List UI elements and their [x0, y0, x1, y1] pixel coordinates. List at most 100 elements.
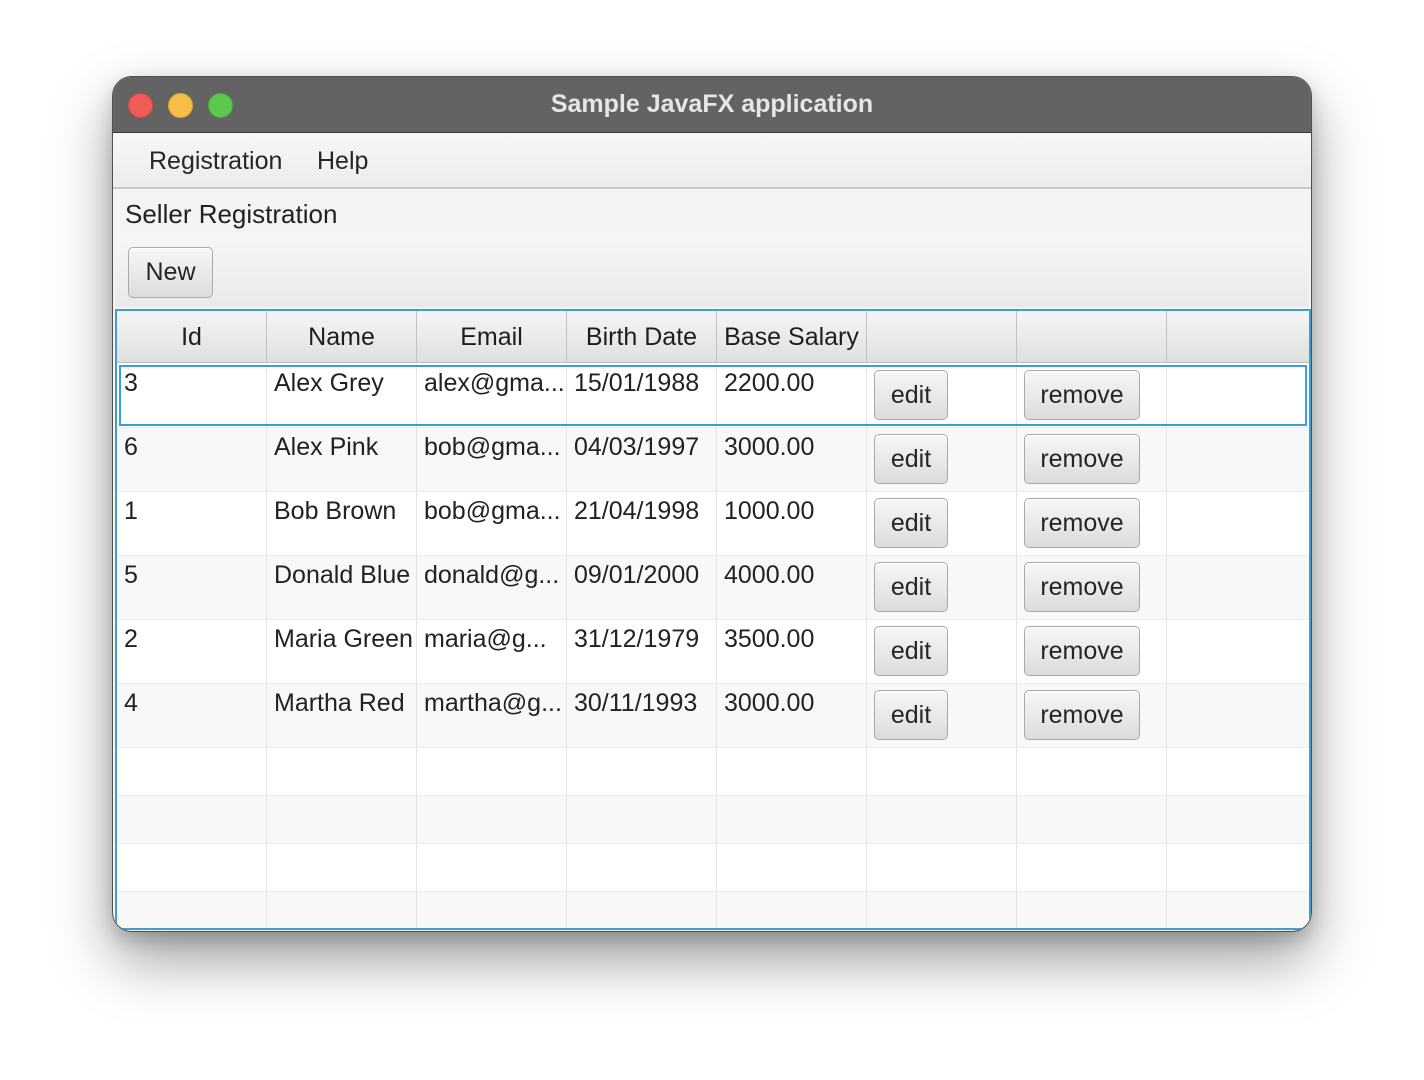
- cell-birth-date: 15/01/1988: [567, 364, 717, 427]
- edit-button[interactable]: edit: [874, 690, 948, 740]
- empty-cell: [567, 748, 717, 795]
- remove-button[interactable]: remove: [1024, 562, 1140, 612]
- cell-filler: [1167, 364, 1309, 427]
- empty-cell: [717, 796, 867, 843]
- cell-remove: remove: [1017, 620, 1167, 683]
- cell-birth-date: 30/11/1993: [567, 684, 717, 747]
- empty-cell: [717, 748, 867, 795]
- cell-email: bob@gma...: [417, 492, 567, 555]
- remove-button[interactable]: remove: [1024, 626, 1140, 676]
- empty-cell: [1017, 844, 1167, 891]
- toolbar: New: [115, 235, 1309, 307]
- cell-name: Maria Green: [267, 620, 417, 683]
- table-row[interactable]: 6 Alex Pink bob@gma... 04/03/1997 3000.00 edi…: [117, 428, 1309, 492]
- remove-button[interactable]: remove: [1024, 370, 1140, 420]
- cell-email: bob@gma...: [417, 428, 567, 491]
- cell-birth-date: 04/03/1997: [567, 428, 717, 491]
- empty-cell: [567, 796, 717, 843]
- app-window: Sample JavaFX application Registration H…: [112, 76, 1312, 932]
- empty-cell: [1017, 892, 1167, 928]
- empty-cell: [417, 748, 567, 795]
- empty-cell: [1167, 748, 1309, 795]
- empty-cell: [1017, 796, 1167, 843]
- empty-cell: [1167, 892, 1309, 928]
- column-header-edit[interactable]: [867, 311, 1017, 363]
- column-header-remove[interactable]: [1017, 311, 1167, 363]
- column-header-base-salary[interactable]: Base Salary: [717, 311, 867, 363]
- column-header-id[interactable]: Id: [117, 311, 267, 363]
- cell-base-salary: 4000.00: [717, 556, 867, 619]
- menu-bar: Registration Help: [113, 134, 1311, 189]
- cell-id: 3: [117, 364, 267, 427]
- empty-cell: [1167, 844, 1309, 891]
- table-header: Id Name Email Birth Date Base Salary: [117, 311, 1309, 363]
- column-header-email[interactable]: Email: [417, 311, 567, 363]
- edit-button[interactable]: edit: [874, 370, 948, 420]
- cell-base-salary: 2200.00: [717, 364, 867, 427]
- empty-row: [117, 844, 1309, 892]
- empty-cell: [717, 892, 867, 928]
- edit-button[interactable]: edit: [874, 562, 948, 612]
- cell-remove: remove: [1017, 556, 1167, 619]
- cell-remove: remove: [1017, 428, 1167, 491]
- empty-cell: [267, 748, 417, 795]
- cell-filler: [1167, 684, 1309, 747]
- table-row[interactable]: 4 Martha Red martha@g... 30/11/1993 3000.00 e…: [117, 684, 1309, 748]
- empty-cell: [117, 748, 267, 795]
- empty-cell: [117, 892, 267, 928]
- empty-cell: [417, 796, 567, 843]
- empty-cell: [717, 844, 867, 891]
- table-row[interactable]: 5 Donald Blue donald@g... 09/01/2000 4000.00…: [117, 556, 1309, 620]
- empty-cell: [1017, 748, 1167, 795]
- cell-edit: edit: [867, 492, 1017, 555]
- cell-edit: edit: [867, 364, 1017, 427]
- table-row[interactable]: 3 Alex Grey alex@gma... 15/01/1988 2200.00 ed…: [117, 364, 1309, 428]
- cell-remove: remove: [1017, 364, 1167, 427]
- empty-row: [117, 892, 1309, 928]
- edit-button[interactable]: edit: [874, 498, 948, 548]
- title-bar[interactable]: Sample JavaFX application: [113, 77, 1311, 133]
- table-row[interactable]: 2 Maria Green maria@g... 31/12/1979 3500.00 e…: [117, 620, 1309, 684]
- empty-cell: [117, 844, 267, 891]
- remove-button[interactable]: remove: [1024, 434, 1140, 484]
- cell-name: Martha Red: [267, 684, 417, 747]
- column-header-birth-date[interactable]: Birth Date: [567, 311, 717, 363]
- remove-button[interactable]: remove: [1024, 498, 1140, 548]
- new-seller-button[interactable]: New: [128, 247, 213, 298]
- cell-edit: edit: [867, 428, 1017, 491]
- menu-registration[interactable]: Registration: [131, 134, 300, 189]
- table-row[interactable]: 1 Bob Brown bob@gma... 21/04/1998 1000.00 edi…: [117, 492, 1309, 556]
- column-header-filler: [1167, 311, 1309, 363]
- cell-email: maria@g...: [417, 620, 567, 683]
- cell-name: Donald Blue: [267, 556, 417, 619]
- cell-email: martha@g...: [417, 684, 567, 747]
- column-header-name[interactable]: Name: [267, 311, 417, 363]
- cell-filler: [1167, 492, 1309, 555]
- empty-cell: [267, 844, 417, 891]
- window-title: Sample JavaFX application: [550, 90, 874, 118]
- cell-id: 1: [117, 492, 267, 555]
- cell-edit: edit: [867, 620, 1017, 683]
- empty-row: [117, 796, 1309, 844]
- menu-help[interactable]: Help: [299, 134, 386, 189]
- page-title: Seller Registration: [125, 199, 338, 229]
- cell-filler: [1167, 428, 1309, 491]
- cell-base-salary: 3000.00: [717, 684, 867, 747]
- cell-email: donald@g...: [417, 556, 567, 619]
- empty-cell: [867, 748, 1017, 795]
- empty-cell: [867, 844, 1017, 891]
- cell-remove: remove: [1017, 492, 1167, 555]
- edit-button[interactable]: edit: [874, 626, 948, 676]
- remove-button[interactable]: remove: [1024, 690, 1140, 740]
- cell-name: Bob Brown: [267, 492, 417, 555]
- cell-base-salary: 3500.00: [717, 620, 867, 683]
- cell-id: 6: [117, 428, 267, 491]
- empty-cell: [117, 796, 267, 843]
- empty-cell: [867, 892, 1017, 928]
- edit-button[interactable]: edit: [874, 434, 948, 484]
- cell-filler: [1167, 556, 1309, 619]
- empty-row: [117, 748, 1309, 796]
- empty-cell: [417, 892, 567, 928]
- empty-cell: [267, 796, 417, 843]
- seller-table: Id Name Email Birth Date Base Salary 3 Al…: [115, 309, 1311, 930]
